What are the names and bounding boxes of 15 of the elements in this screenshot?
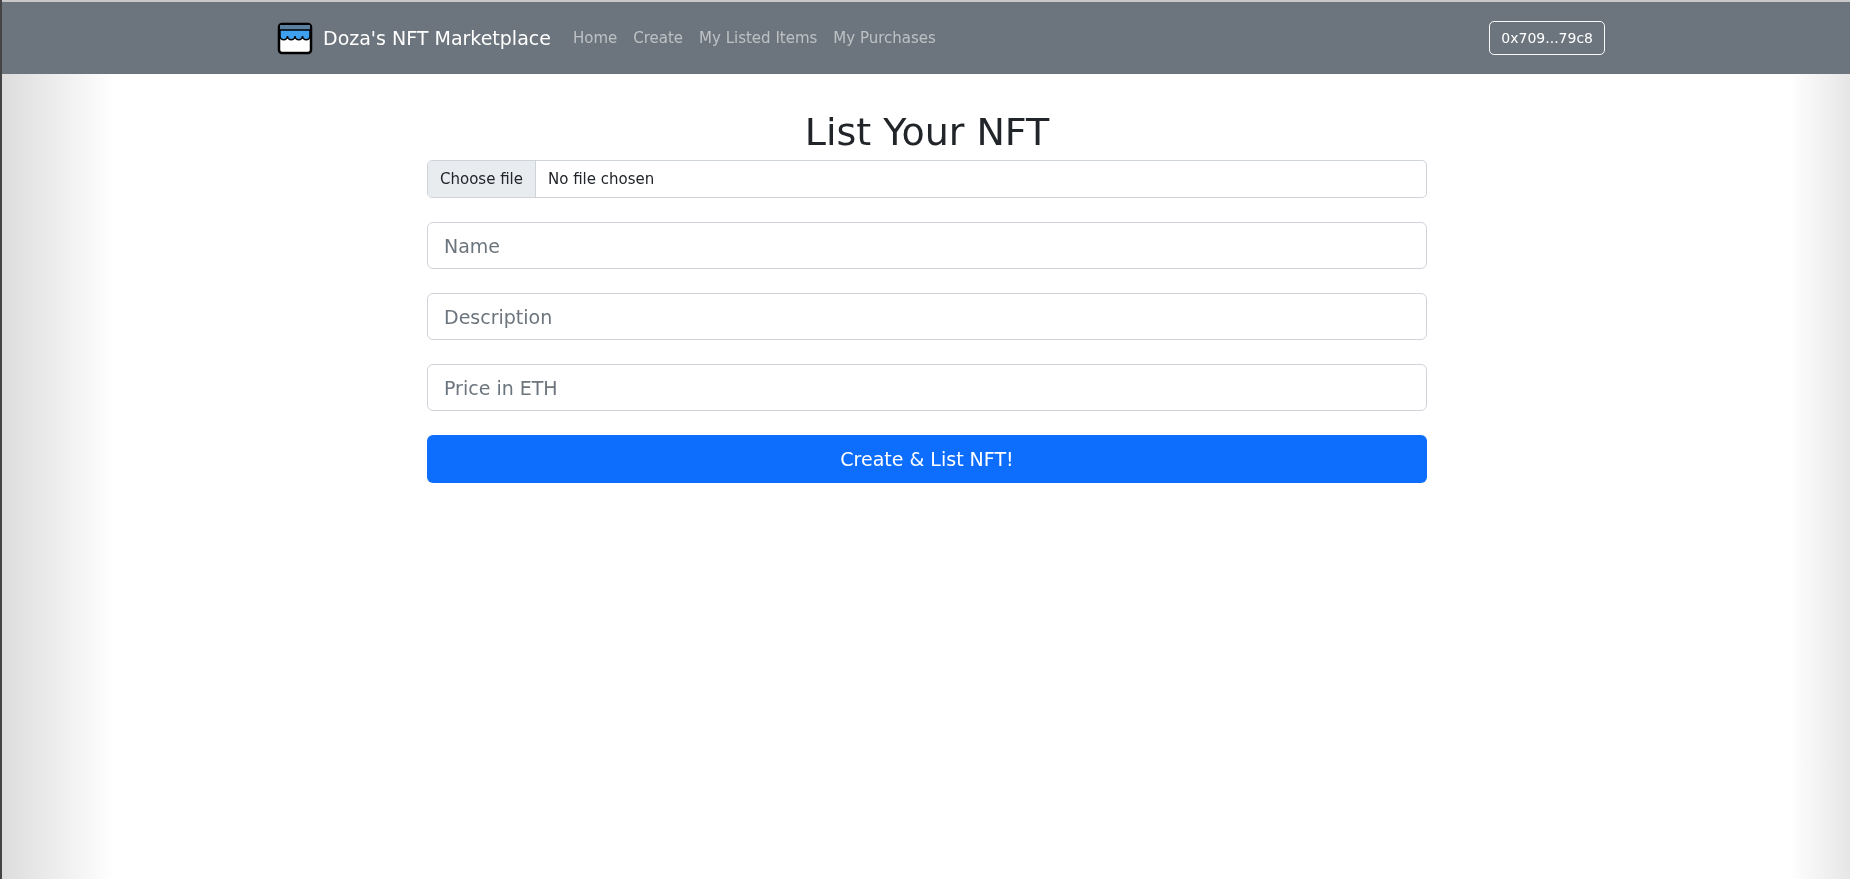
account-button[interactable]: 0x709...79c8 bbox=[1489, 21, 1605, 55]
input-field[interactable]: Price in ETH bbox=[427, 364, 1427, 411]
input-field[interactable]: Name bbox=[427, 222, 1427, 269]
nav-link[interactable]: My Purchases bbox=[825, 29, 944, 47]
submit-button[interactable]: Create & List NFT! bbox=[427, 435, 1427, 483]
file-input[interactable]: Choose file No file chosen bbox=[427, 160, 1427, 198]
nav-link[interactable]: Home bbox=[564, 29, 626, 47]
input-field[interactable]: Description bbox=[427, 293, 1427, 340]
nav-link[interactable]: My Listed Items bbox=[691, 29, 826, 47]
page-title: List Your NFT bbox=[804, 110, 1050, 154]
file-status: No file chosen bbox=[547, 170, 655, 188]
storefront-icon bbox=[277, 20, 313, 56]
choose-file-button[interactable]: Choose file bbox=[428, 161, 536, 197]
nav-link[interactable]: Create bbox=[625, 29, 692, 47]
brand-link[interactable]: Doza's NFT Marketplace bbox=[277, 20, 551, 56]
